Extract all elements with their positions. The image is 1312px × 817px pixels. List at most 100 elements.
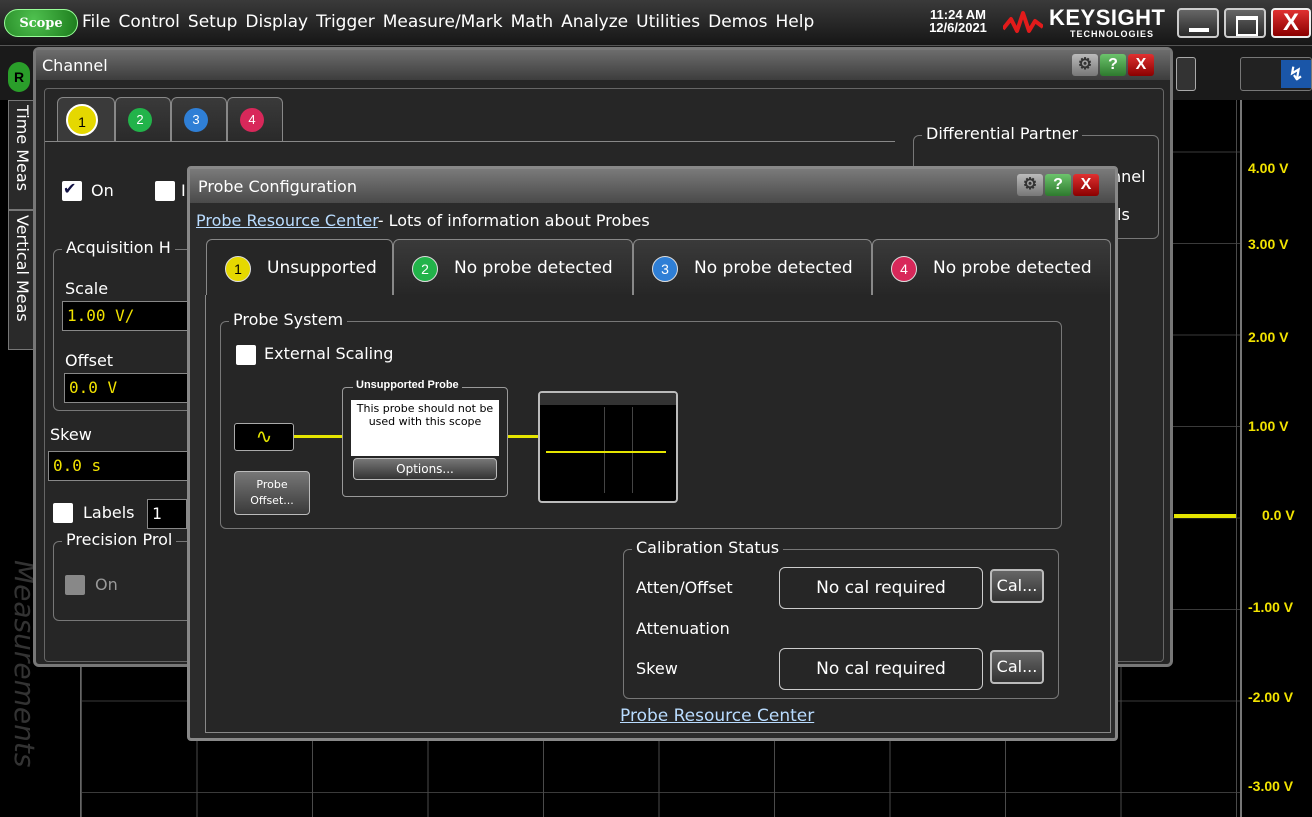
thumbnail-trace bbox=[546, 451, 666, 453]
probe-3-badge: 3 bbox=[652, 256, 678, 282]
precision-on-checkbox[interactable] bbox=[65, 575, 85, 595]
menu-math[interactable]: Math bbox=[511, 12, 554, 32]
volt-label: -3.00 V bbox=[1248, 778, 1294, 794]
scale-label: Scale bbox=[65, 279, 109, 298]
probe-2-status: No probe detected bbox=[454, 258, 613, 278]
external-scaling-checkbox[interactable] bbox=[236, 345, 256, 365]
probe-info-text: - Lots of information about Probes bbox=[377, 211, 650, 230]
help-button[interactable]: ? bbox=[1045, 174, 1071, 196]
menu-measure-mark[interactable]: Measure/Mark bbox=[383, 12, 503, 32]
probe-1-status: Unsupported bbox=[267, 258, 377, 278]
atten-offset-cal-button[interactable]: Cal... bbox=[990, 569, 1044, 603]
minimize-button[interactable] bbox=[1177, 8, 1219, 38]
tab-probe-3[interactable]: 3 No probe detected bbox=[633, 239, 872, 297]
probe-resource-center-link[interactable]: Probe Resource Center bbox=[196, 211, 378, 230]
probe-offset-line2: Offset... bbox=[250, 494, 294, 507]
attenuation-label: Attenuation bbox=[636, 619, 730, 638]
probe-4-status: No probe detected bbox=[933, 258, 1092, 278]
skew-cal-status: No cal required bbox=[779, 648, 983, 690]
unsupported-probe-box: Unsupported Probe This probe should not … bbox=[342, 379, 508, 497]
unsupported-probe-title: Unsupported Probe bbox=[353, 379, 462, 391]
clock: 11:24 AM 12/6/2021 bbox=[916, 8, 1000, 34]
menu-utilities[interactable]: Utilities bbox=[636, 12, 700, 32]
volt-label: 1.00 V bbox=[1248, 418, 1289, 434]
channel-dialog-title: Channel bbox=[42, 56, 108, 75]
menu-setup[interactable]: Setup bbox=[188, 12, 237, 32]
volt-label: -2.00 V bbox=[1248, 689, 1294, 705]
differential-partner-option-2: ls bbox=[1117, 205, 1130, 224]
options-button[interactable]: Options... bbox=[353, 458, 497, 480]
tab-channel-3[interactable]: 3 bbox=[171, 97, 227, 141]
calibration-status-title: Calibration Status bbox=[632, 538, 784, 557]
close-button[interactable]: X bbox=[1073, 174, 1099, 196]
tab-channel-2[interactable]: 2 bbox=[115, 97, 171, 141]
tab-time-meas[interactable]: Time Meas bbox=[8, 100, 36, 210]
probe-2-badge: 2 bbox=[412, 256, 438, 282]
app-close-button[interactable]: X bbox=[1271, 8, 1311, 38]
skew-field[interactable]: 0.0 s bbox=[48, 451, 198, 481]
tab-vertical-meas[interactable]: Vertical Meas bbox=[8, 210, 36, 350]
probe-configuration-dialog: Probe Configuration ⚙ ? X Probe Resource… bbox=[187, 166, 1118, 741]
precision-on-label: On bbox=[95, 575, 118, 594]
tab-channel-4[interactable]: 4 bbox=[227, 97, 283, 141]
labels-field[interactable]: 1 bbox=[147, 499, 187, 529]
menu-control[interactable]: Control bbox=[118, 12, 179, 32]
thumbnail-gridline bbox=[632, 407, 633, 493]
probe-info-line: Probe Resource Center- Lots of informati… bbox=[196, 211, 650, 230]
probe-offset-button[interactable]: Probe Offset... bbox=[234, 471, 310, 515]
offset-field[interactable]: 0.0 V bbox=[64, 373, 204, 403]
channel-1-trace bbox=[1174, 514, 1236, 518]
probe-resource-center-link-bottom[interactable]: Probe Resource Center bbox=[620, 706, 814, 726]
tab-vertical-meas-label: Vertical Meas bbox=[13, 215, 32, 322]
channel-dialog-titlebar[interactable]: Channel ⚙ ? X bbox=[36, 50, 1170, 80]
invert-checkbox[interactable] bbox=[155, 181, 175, 201]
oscilloscope-thumbnail bbox=[538, 391, 678, 503]
volt-label: 4.00 V bbox=[1248, 160, 1289, 176]
scale-field[interactable]: 1.00 V/ bbox=[62, 301, 202, 331]
gear-icon[interactable]: ⚙ bbox=[1017, 174, 1043, 196]
tab-channel-1[interactable]: 1 bbox=[57, 97, 115, 141]
menu-demos[interactable]: Demos bbox=[708, 12, 767, 32]
skew-cal-button[interactable]: Cal... bbox=[990, 650, 1044, 684]
thumbnail-gridline bbox=[604, 407, 605, 493]
channel-3-badge: 3 bbox=[184, 108, 208, 132]
toolbar-icon[interactable] bbox=[1176, 57, 1196, 91]
tab-probe-2[interactable]: 2 No probe detected bbox=[393, 239, 633, 297]
thumbnail-toolbar bbox=[540, 393, 676, 405]
menu-trigger[interactable]: Trigger bbox=[316, 12, 375, 32]
menu-analyze[interactable]: Analyze bbox=[561, 12, 628, 32]
restore-button[interactable] bbox=[1224, 8, 1266, 38]
menu-items: File Control Setup Display Trigger Measu… bbox=[82, 12, 822, 32]
channel-on-checkbox[interactable] bbox=[62, 179, 82, 201]
tab-divider bbox=[45, 141, 895, 142]
volt-label: 2.00 V bbox=[1248, 329, 1289, 345]
probe-offset-line1: Probe bbox=[256, 478, 288, 491]
run-button[interactable]: R bbox=[8, 62, 30, 92]
probe-1-badge: 1 bbox=[225, 256, 251, 282]
tab-probe-1[interactable]: 1 Unsupported bbox=[206, 239, 393, 299]
menu-help[interactable]: Help bbox=[776, 12, 815, 32]
offset-label: Offset bbox=[65, 351, 114, 370]
auto-scale-icon: ↯ bbox=[1281, 60, 1311, 88]
waveform-toolbar-icon[interactable]: ↯ bbox=[1240, 57, 1312, 91]
unsupported-probe-message: This probe should not be used with this … bbox=[351, 400, 499, 456]
help-button[interactable]: ? bbox=[1100, 54, 1126, 76]
scope-logo-button[interactable]: Scope bbox=[4, 9, 78, 37]
menu-file[interactable]: File bbox=[82, 12, 110, 32]
close-button[interactable]: X bbox=[1128, 54, 1154, 76]
menu-display[interactable]: Display bbox=[245, 12, 308, 32]
invert-label: I bbox=[181, 181, 186, 200]
acquisition-group-title: Acquisition H bbox=[62, 238, 175, 257]
skew-cal-label: Skew bbox=[636, 659, 678, 678]
probe-wire bbox=[294, 435, 342, 438]
tab-time-meas-label: Time Meas bbox=[13, 105, 32, 192]
labels-label: Labels bbox=[83, 503, 135, 522]
clock-date: 12/6/2021 bbox=[929, 20, 987, 35]
volt-label: 3.00 V bbox=[1248, 236, 1289, 252]
volt-label: -1.00 V bbox=[1248, 599, 1294, 615]
labels-checkbox[interactable] bbox=[53, 503, 73, 523]
atten-offset-status: No cal required bbox=[779, 567, 983, 609]
gear-icon[interactable]: ⚙ bbox=[1072, 54, 1098, 76]
probe-dialog-titlebar[interactable]: Probe Configuration ⚙ ? X bbox=[190, 169, 1115, 203]
tab-probe-4[interactable]: 4 No probe detected bbox=[872, 239, 1111, 297]
